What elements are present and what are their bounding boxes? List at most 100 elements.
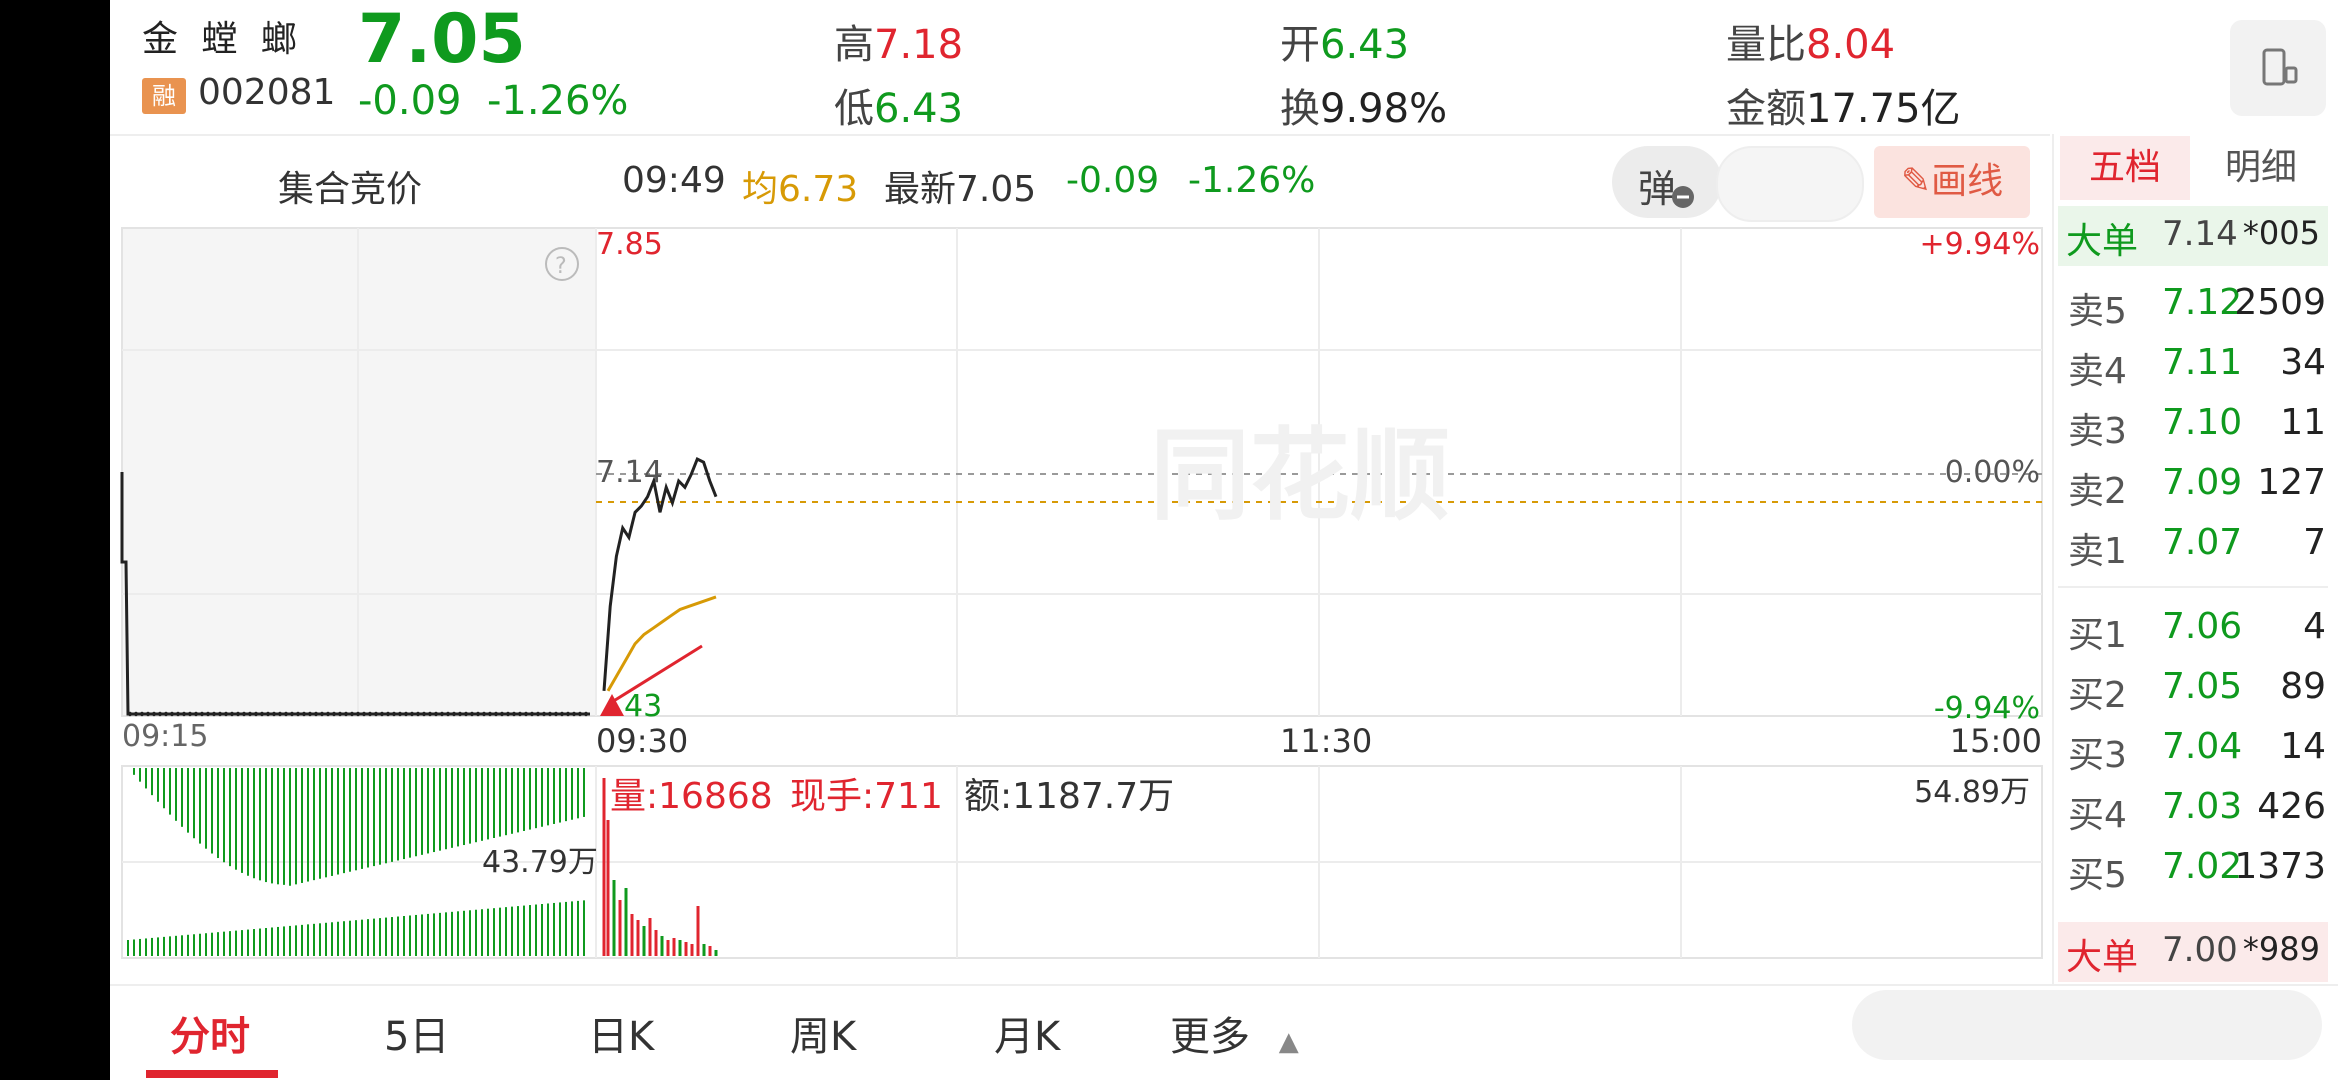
ask-level-label: 卖2 [2068,471,2127,512]
ask-price: 7.07 [2162,522,2243,563]
auction-dot [295,711,301,717]
auction-dot [301,711,307,717]
pct-bottom-label: -9.94% [1934,691,2040,726]
big-order-label: 大单 [2066,937,2139,978]
auction-dot [463,711,469,717]
ask-level-label: 卖4 [2068,351,2127,392]
big-order-price: 7.00 [2162,930,2238,970]
auction-dot [421,711,427,717]
auction-dot [577,711,583,717]
indicator-toggle[interactable] [1852,990,2322,1060]
tab-monthly-k[interactable]: 月K [994,1004,1060,1062]
tab-intraday[interactable]: 分时 [170,1004,250,1062]
auction-dot [217,711,223,717]
auction-dot [343,711,349,717]
ask-volume: 11 [2280,402,2326,443]
pct-top-label: +9.94% [1920,227,2040,262]
auction-dot [265,711,271,717]
ask-row[interactable]: 卖3 7.10 11 [2068,402,2326,452]
auction-dot [187,711,193,717]
active-tab-indicator [146,1070,278,1078]
tab-weekly-k[interactable]: 周K [790,1004,856,1062]
big-order-vol: *989 [2242,930,2320,968]
auction-dot [415,711,421,717]
auction-dot [523,711,529,717]
ask-row[interactable]: 卖5 7.12 2509 [2068,282,2326,332]
time-label: 11:30 [1280,722,1372,760]
auction-dot [559,711,565,717]
ask-row[interactable]: 卖1 7.07 7 [2068,522,2326,572]
auction-dot [439,711,445,717]
ask-price: 7.12 [2162,282,2243,323]
bid-level-label: 买2 [2068,675,2127,716]
auction-dot [319,711,325,717]
auction-dot [517,711,523,717]
tab-details[interactable]: 明细 [2196,136,2326,200]
ask-row[interactable]: 卖4 7.11 34 [2068,342,2326,392]
tab-5day[interactable]: 5日 [384,1004,449,1062]
tab-more-label: 更多 [1170,1014,1250,1060]
tab-five-levels[interactable]: 五档 [2060,136,2190,200]
auction-dot [139,711,145,717]
price-mid-label: 7.14 [596,455,663,490]
auction-dot [469,711,475,717]
price-line [602,457,718,692]
bid-row[interactable]: 买1 7.06 4 [2068,606,2326,656]
book-divider [2058,586,2328,588]
auction-dots [127,711,589,717]
ask-level-label: 卖3 [2068,411,2127,452]
pct-mid-label: 0.00% [1945,455,2040,490]
auction-dot [331,711,337,717]
auction-dot [391,711,397,717]
avg-price-line [606,595,717,692]
auction-dot [373,711,379,717]
bid-row[interactable]: 买4 7.03 426 [2068,786,2326,836]
auction-dot [385,711,391,717]
price-top-label: 7.85 [596,227,663,262]
auction-dot [445,711,451,717]
tab-daily-k[interactable]: 日K [588,1004,654,1062]
auction-dot [337,711,343,717]
big-order-vol: *005 [2242,214,2320,252]
auction-dot [499,711,505,717]
auction-volume-label: 43.79万 [482,845,598,880]
tab-more[interactable]: 更多 ▲ [1170,1004,1299,1062]
bid-volume: 4 [2303,606,2326,647]
auction-dot [379,711,385,717]
auction-dot [541,711,547,717]
ask-volume: 34 [2280,342,2326,383]
auction-dot [271,711,277,717]
auction-dot [325,711,331,717]
auction-dot [529,711,535,717]
ask-volume: 7 [2303,522,2326,563]
time-label: 09:30 [596,722,688,760]
bid-price: 7.04 [2162,726,2243,767]
auction-dot [349,711,355,717]
auction-dot [355,711,361,717]
ask-price: 7.10 [2162,402,2243,443]
auction-dot [289,711,295,717]
auction-dot [163,711,169,717]
bid-row[interactable]: 买3 7.04 14 [2068,726,2326,776]
bid-volume: 89 [2280,666,2326,707]
ask-row[interactable]: 卖2 7.09 127 [2068,462,2326,512]
time-label: 09:15 [122,719,208,754]
auction-dot [487,711,493,717]
auction-dot [211,711,217,717]
auction-dot [193,711,199,717]
bid-row[interactable]: 买2 7.05 89 [2068,666,2326,716]
big-order-label: 大单 [2066,221,2139,262]
bid-price: 7.05 [2162,666,2243,707]
auction-dot [283,711,289,717]
auction-dot [481,711,487,717]
auction-dot [145,711,151,717]
auction-dot [397,711,403,717]
volume-label: 量:16868 [610,776,773,817]
bid-level-label: 买1 [2068,615,2127,656]
auction-dot [553,711,559,717]
auction-dot [181,711,187,717]
bid-row[interactable]: 买5 7.02 1373 [2068,846,2326,896]
ask-volume: 127 [2257,462,2326,503]
ask-level-label: 卖5 [2068,291,2127,332]
watermark: 同花顺 [1150,417,1450,534]
